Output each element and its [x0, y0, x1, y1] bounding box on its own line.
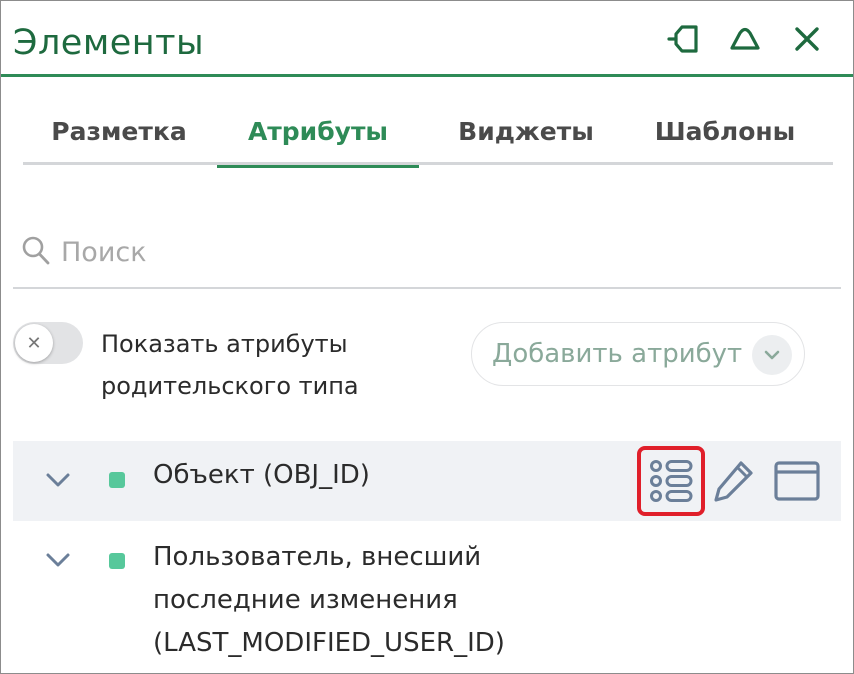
- attribute-label-line1: Пользователь, внесший: [153, 542, 482, 572]
- tab-widgets-label: Виджеты: [458, 116, 594, 146]
- toggle-label-line1: Показать атрибуты: [101, 330, 348, 358]
- tab-attributes[interactable]: Атрибуты: [217, 97, 419, 168]
- attribute-row[interactable]: Пользователь, внесший последние изменени…: [13, 531, 841, 671]
- show-parent-attributes-toggle[interactable]: ✕: [13, 322, 83, 364]
- tab-widgets[interactable]: Виджеты: [431, 97, 621, 165]
- attribute-label-line3: (LAST_MODIFIED_USER_ID): [153, 628, 505, 658]
- elements-panel: Элементы Разметка Атрибуты Виджеты Шабло…: [0, 0, 854, 674]
- tab-bar: Разметка Атрибуты Виджеты Шаблоны: [23, 97, 833, 168]
- tab-markup[interactable]: Разметка: [23, 97, 215, 165]
- search-bar: [13, 221, 841, 289]
- toggle-label-line2: родительского типа: [101, 372, 359, 400]
- tab-attributes-label: Атрибуты: [247, 116, 389, 146]
- attribute-label: Объект (OBJ_ID): [153, 460, 370, 490]
- status-dot: [109, 553, 125, 569]
- status-dot: [109, 472, 125, 488]
- add-attribute-dropdown[interactable]: Добавить атрибут: [471, 322, 805, 386]
- expand-chevron-icon[interactable]: [43, 465, 73, 499]
- tab-markup-label: Разметка: [51, 116, 187, 146]
- panel-header: Элементы: [1, 1, 853, 77]
- list-layout-icon[interactable]: [637, 446, 705, 516]
- tab-templates[interactable]: Шаблоны: [627, 97, 823, 165]
- panel-title: Элементы: [13, 23, 205, 63]
- expand-chevron-icon[interactable]: [43, 545, 73, 579]
- collapse-icon[interactable]: [725, 19, 765, 59]
- search-icon: [21, 235, 51, 271]
- pin-icon[interactable]: [665, 19, 705, 59]
- close-icon[interactable]: [787, 19, 827, 59]
- add-attribute-label: Добавить атрибут: [492, 339, 743, 369]
- search-input[interactable]: [59, 229, 823, 275]
- chevron-down-icon[interactable]: [752, 335, 792, 375]
- tab-templates-label: Шаблоны: [654, 116, 796, 146]
- window-icon[interactable]: [767, 451, 827, 511]
- show-parent-attributes-label: Показать атрибуты родительского типа: [101, 323, 401, 407]
- toggle-off-icon: ✕: [15, 324, 53, 362]
- attribute-label: Пользователь, внесший последние изменени…: [153, 536, 573, 665]
- attribute-label-line2: последние изменения: [153, 585, 458, 615]
- attribute-row[interactable]: Объект (OBJ_ID): [13, 441, 841, 521]
- edit-pencil-icon[interactable]: [707, 451, 761, 511]
